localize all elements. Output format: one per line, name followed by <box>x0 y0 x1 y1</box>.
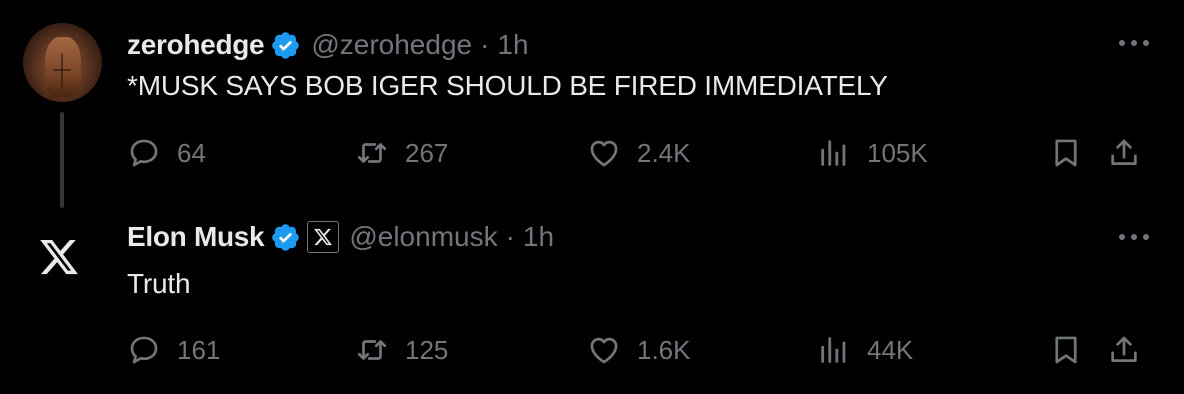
retweet-arrows-icon <box>357 143 387 163</box>
tweet-actions: 64 267 2.4K 105K <box>127 131 1167 175</box>
tweet-zerohedge[interactable]: zerohedge @zerohedge · 1h *MUSK SAYS BOB… <box>0 0 1184 200</box>
more-options-icon[interactable] <box>1117 232 1151 242</box>
heart-icon <box>590 337 618 364</box>
bookmark-button[interactable] <box>1049 328 1083 372</box>
retweet-button[interactable]: 125 <box>355 328 448 372</box>
avatar-torso <box>45 37 81 97</box>
views-button[interactable]: 44K <box>817 328 913 372</box>
author-name[interactable]: zerohedge <box>127 29 265 61</box>
reply-button[interactable]: 161 <box>127 328 220 372</box>
tweet-header: Elon Musk @elonmusk · 1h <box>127 218 554 256</box>
retweet-count: 267 <box>405 137 449 168</box>
like-count: 1.6K <box>637 334 691 365</box>
share-button[interactable] <box>1107 131 1141 175</box>
timestamp[interactable]: 1h <box>497 29 528 61</box>
reply-count: 64 <box>177 137 206 168</box>
reply-button[interactable]: 64 <box>127 131 206 175</box>
author-handle[interactable]: @elonmusk <box>349 221 497 253</box>
more-options-icon[interactable] <box>1117 38 1151 48</box>
bookmark-icon <box>1055 336 1077 364</box>
avatar-detail <box>61 53 63 89</box>
x-logo-icon <box>314 228 333 246</box>
tweet-header: zerohedge @zerohedge · 1h <box>127 26 529 64</box>
verified-badge-icon[interactable] <box>270 30 301 61</box>
reply-count: 161 <box>177 334 221 365</box>
speech-bubble-icon <box>130 139 158 167</box>
author-handle[interactable]: @zerohedge <box>311 29 472 61</box>
verified-badge-icon[interactable] <box>270 222 301 253</box>
bar-chart-icon <box>821 140 846 166</box>
avatar-detail <box>53 69 71 71</box>
affiliate-badge[interactable] <box>307 221 340 253</box>
bar-chart-icon <box>821 337 846 363</box>
share-upload-icon <box>1111 139 1137 165</box>
timestamp[interactable]: 1h <box>523 221 554 253</box>
tweet-actions: 161 125 1.6K 44K <box>127 328 1167 372</box>
retweet-count: 125 <box>405 334 449 365</box>
share-button[interactable] <box>1107 328 1141 372</box>
tweet-elonmusk-content: Elon Musk @elonmusk · 1h Truth 161 125 1… <box>0 200 1184 394</box>
share-upload-icon <box>1111 336 1137 362</box>
views-count: 105K <box>867 137 928 168</box>
avatar[interactable] <box>23 23 102 102</box>
speech-bubble-icon <box>130 336 158 364</box>
views-button[interactable]: 105K <box>817 131 928 175</box>
tweet-thread: zerohedge @zerohedge · 1h *MUSK SAYS BOB… <box>0 0 1184 394</box>
heart-icon <box>590 140 618 167</box>
tweet-text: *MUSK SAYS BOB IGER SHOULD BE FIRED IMME… <box>127 70 888 101</box>
like-count: 2.4K <box>637 137 691 168</box>
views-count: 44K <box>867 334 914 365</box>
separator-dot: · <box>505 221 515 252</box>
like-button[interactable]: 1.6K <box>587 328 691 372</box>
bookmark-icon <box>1055 139 1077 167</box>
tweet-text: Truth <box>127 268 191 299</box>
retweet-arrows-icon <box>357 340 387 360</box>
separator-dot: · <box>480 29 490 60</box>
author-name[interactable]: Elon Musk <box>127 221 265 253</box>
like-button[interactable]: 2.4K <box>587 131 691 175</box>
bookmark-button[interactable] <box>1049 131 1083 175</box>
retweet-button[interactable]: 267 <box>355 131 448 175</box>
